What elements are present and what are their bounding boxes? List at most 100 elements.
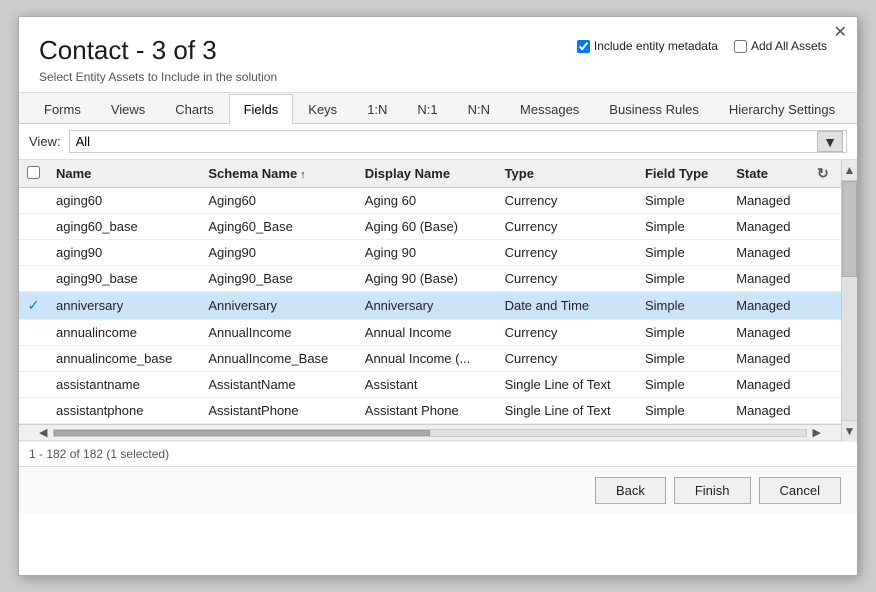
tab-1n[interactable]: 1:N: [352, 94, 402, 124]
tab-charts[interactable]: Charts: [160, 94, 228, 124]
scroll-right-arrow[interactable]: ▶: [809, 426, 825, 439]
cell-display_name: Assistant: [357, 372, 497, 398]
cell-field_type: Simple: [637, 266, 728, 292]
tab-forms[interactable]: Forms: [29, 94, 96, 124]
cell-refresh: [809, 240, 841, 266]
col-header-check: [19, 160, 48, 188]
table-row[interactable]: ✓anniversaryAnniversaryAnniversaryDate a…: [19, 292, 841, 320]
cell-type: Date and Time: [497, 292, 637, 320]
cell-state: Managed: [728, 398, 809, 424]
row-checkbox-cell[interactable]: [19, 266, 48, 292]
cell-display_name: Anniversary: [357, 292, 497, 320]
cell-schema_name: Aging60_Base: [200, 214, 356, 240]
col-header-schema_name[interactable]: Schema Name↑: [200, 160, 356, 188]
cell-schema_name: AssistantPhone: [200, 398, 356, 424]
cell-schema_name: Aging90: [200, 240, 356, 266]
vertical-scrollbar[interactable]: ▲ ▼: [841, 160, 857, 441]
scroll-left-arrow[interactable]: ◀: [35, 426, 51, 439]
cell-type: Currency: [497, 214, 637, 240]
cell-state: Managed: [728, 188, 809, 214]
sort-icon: ↑: [300, 169, 306, 181]
cell-name: aging90: [48, 240, 200, 266]
tab-keys[interactable]: Keys: [293, 94, 352, 124]
cell-field_type: Simple: [637, 214, 728, 240]
table-row[interactable]: aging60Aging60Aging 60CurrencySimpleMana…: [19, 188, 841, 214]
add-all-assets-checkbox[interactable]: [734, 40, 747, 53]
cell-refresh: [809, 320, 841, 346]
include-metadata-checkbox[interactable]: [577, 40, 590, 53]
refresh-icon[interactable]: ↻: [817, 165, 829, 181]
tab-views[interactable]: Views: [96, 94, 160, 124]
col-header-name[interactable]: Name: [48, 160, 200, 188]
scrollbar-track[interactable]: [53, 429, 806, 437]
row-checkbox-cell[interactable]: [19, 320, 48, 346]
cell-state: Managed: [728, 346, 809, 372]
cell-state: Managed: [728, 292, 809, 320]
scroll-down-arrow[interactable]: ▼: [842, 420, 857, 441]
col-header-state[interactable]: State: [728, 160, 809, 188]
col-header-display_name[interactable]: Display Name: [357, 160, 497, 188]
cell-name: assistantphone: [48, 398, 200, 424]
table-row[interactable]: aging90_baseAging90_BaseAging 90 (Base)C…: [19, 266, 841, 292]
tabs-bar: FormsViewsChartsFieldsKeys1:NN:1N:NMessa…: [19, 93, 857, 124]
row-checkbox-cell[interactable]: ✓: [19, 292, 48, 320]
checkmark-icon: ✓: [28, 297, 40, 313]
v-scroll-track[interactable]: [842, 181, 857, 420]
cell-display_name: Annual Income: [357, 320, 497, 346]
cell-name: aging60_base: [48, 214, 200, 240]
row-checkbox-cell[interactable]: [19, 372, 48, 398]
finish-button[interactable]: Finish: [674, 477, 751, 504]
close-button[interactable]: ✕: [834, 25, 847, 41]
col-header-type[interactable]: Type: [497, 160, 637, 188]
tab-n1[interactable]: N:1: [402, 94, 452, 124]
cell-refresh: [809, 346, 841, 372]
header-options: Include entity metadata Add All Assets: [577, 39, 827, 53]
cell-name: aging90_base: [48, 266, 200, 292]
cancel-button[interactable]: Cancel: [759, 477, 841, 504]
table-wrapper: NameSchema Name↑Display NameTypeField Ty…: [19, 160, 857, 441]
cell-schema_name: AssistantName: [200, 372, 356, 398]
back-button[interactable]: Back: [595, 477, 666, 504]
table-row[interactable]: aging90Aging90Aging 90CurrencySimpleMana…: [19, 240, 841, 266]
cell-schema_name: AnnualIncome_Base: [200, 346, 356, 372]
tab-business_rules[interactable]: Business Rules: [594, 94, 714, 124]
cell-display_name: Assistant Phone: [357, 398, 497, 424]
v-scroll-thumb: [842, 181, 857, 277]
row-checkbox-cell[interactable]: [19, 214, 48, 240]
scroll-up-arrow[interactable]: ▲: [842, 160, 857, 181]
cell-state: Managed: [728, 240, 809, 266]
dialog-header: Contact - 3 of 3 Select Entity Assets to…: [19, 17, 857, 93]
cell-state: Managed: [728, 372, 809, 398]
row-checkbox-cell[interactable]: [19, 398, 48, 424]
main-dialog: ✕ Contact - 3 of 3 Select Entity Assets …: [18, 16, 858, 576]
tab-messages[interactable]: Messages: [505, 94, 594, 124]
scrollbar-thumb: [54, 430, 430, 436]
row-checkbox-cell[interactable]: [19, 346, 48, 372]
cell-refresh: [809, 292, 841, 320]
add-all-assets-label[interactable]: Add All Assets: [734, 39, 827, 53]
row-checkbox-cell[interactable]: [19, 188, 48, 214]
cell-name: annualincome: [48, 320, 200, 346]
select-all-checkbox[interactable]: [27, 166, 40, 179]
cell-field_type: Simple: [637, 346, 728, 372]
table-row[interactable]: annualincome_baseAnnualIncome_BaseAnnual…: [19, 346, 841, 372]
view-select[interactable]: AllCustomManagedUnmanaged: [69, 130, 847, 153]
table-row[interactable]: aging60_baseAging60_BaseAging 60 (Base)C…: [19, 214, 841, 240]
col-header-refresh: ↻: [809, 160, 841, 188]
cell-schema_name: Aging90_Base: [200, 266, 356, 292]
include-metadata-label[interactable]: Include entity metadata: [577, 39, 718, 53]
tab-hierarchy_settings[interactable]: Hierarchy Settings: [714, 94, 850, 124]
tab-fields[interactable]: Fields: [229, 94, 294, 124]
cell-refresh: [809, 398, 841, 424]
col-header-field_type[interactable]: Field Type: [637, 160, 728, 188]
row-checkbox-cell[interactable]: [19, 240, 48, 266]
table-row[interactable]: assistantnameAssistantNameAssistantSingl…: [19, 372, 841, 398]
cell-type: Currency: [497, 320, 637, 346]
cell-field_type: Simple: [637, 320, 728, 346]
horizontal-scrollbar[interactable]: ◀ ▶: [19, 424, 841, 440]
table-row[interactable]: annualincomeAnnualIncomeAnnual IncomeCur…: [19, 320, 841, 346]
table-row[interactable]: assistantphoneAssistantPhoneAssistant Ph…: [19, 398, 841, 424]
dialog-subtitle: Select Entity Assets to Include in the s…: [39, 70, 837, 84]
cell-field_type: Simple: [637, 188, 728, 214]
tab-nn[interactable]: N:N: [453, 94, 505, 124]
